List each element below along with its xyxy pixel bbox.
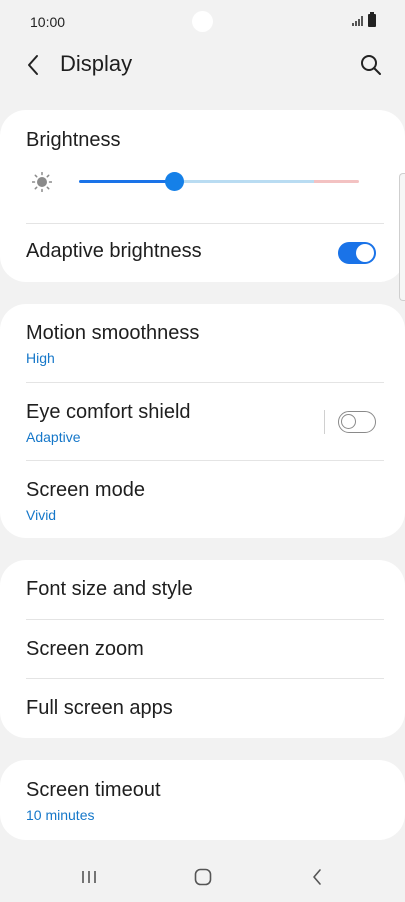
back-button[interactable] [18,50,48,80]
navigation-bar [0,850,405,902]
page-title: Display [60,51,133,76]
recent-apps-button[interactable] [74,862,104,892]
screen-mode-row[interactable]: Screen mode Vivid [0,461,405,538]
nav-back-button[interactable] [302,862,332,892]
eye-comfort-shield-toggle[interactable] [338,411,376,433]
display-options-card: Motion smoothness High Eye comfort shiel… [0,304,405,538]
screen-zoom-title: Screen zoom [26,638,144,660]
home-button[interactable] [188,862,218,892]
brightness-slider[interactable] [79,180,359,183]
screen-timeout-row[interactable]: Screen timeout 10 minutes [0,760,405,840]
font-size-style-row[interactable]: Font size and style [0,560,405,619]
vertical-separator [324,410,325,434]
camera-cutout [192,11,213,32]
screen-timeout-value: 10 minutes [26,807,95,823]
brightness-slider-thumb[interactable] [164,172,184,191]
brightness-card: Brightness Adaptive brightness [0,110,405,282]
sun-icon [32,172,52,192]
motion-smoothness-title: Motion smoothness [26,322,200,344]
motion-smoothness-value: High [26,350,55,366]
brightness-title: Brightness [26,129,121,151]
full-screen-apps-row[interactable]: Full screen apps [0,679,405,738]
font-zoom-card: Font size and style Screen zoom Full scr… [0,560,405,738]
eye-comfort-shield-row[interactable]: Eye comfort shield Adaptive [0,383,405,461]
signal-icon [352,16,363,26]
chevron-left-icon [28,55,38,75]
recent-apps-icon [82,871,96,883]
home-icon [194,868,212,886]
screen-timeout-card: Screen timeout 10 minutes [0,760,405,840]
eye-comfort-shield-value: Adaptive [26,429,81,445]
back-arrow-icon [313,869,321,885]
toggle-knob [356,244,374,262]
toggle-knob [341,414,356,429]
screen-mode-value: Vivid [26,507,57,523]
search-icon [361,55,381,75]
screen-timeout-title: Screen timeout [26,779,161,801]
eye-comfort-shield-title: Eye comfort shield [26,401,191,423]
full-screen-apps-title: Full screen apps [26,697,173,719]
font-size-style-title: Font size and style [26,578,193,600]
status-time: 10:00 [30,14,66,30]
adaptive-brightness-label: Adaptive brightness [26,240,202,262]
adaptive-brightness-row[interactable]: Adaptive brightness [0,224,405,282]
status-bar: 10:00 [0,0,405,44]
screen-zoom-row[interactable]: Screen zoom [0,620,405,678]
app-header: Display [0,44,405,84]
adaptive-brightness-toggle[interactable] [338,242,376,264]
motion-smoothness-row[interactable]: Motion smoothness High [0,304,405,382]
screen-mode-title: Screen mode [26,479,145,501]
search-button[interactable] [356,50,386,80]
scrollbar[interactable] [399,173,405,301]
battery-icon [368,12,376,27]
